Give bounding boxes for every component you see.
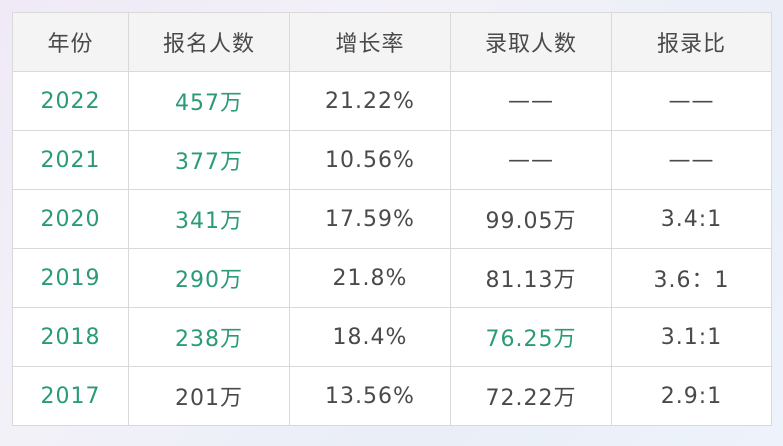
data-table: 年份 报名人数 增长率 录取人数 报录比 2022 457万 21.22% ——…: [12, 12, 772, 426]
cell-admitted: ——: [450, 71, 612, 131]
cell-applicants: 457万: [128, 71, 290, 131]
cell-year: 2021: [12, 130, 129, 190]
cell-year: 2018: [12, 307, 129, 367]
cell-ratio: ——: [611, 71, 772, 131]
table-row: 2019 290万 21.8% 81.13万 3.6：1: [12, 248, 772, 308]
cell-year: 2020: [12, 189, 129, 249]
header-admitted: 录取人数: [450, 12, 612, 72]
cell-admitted: ——: [450, 130, 612, 190]
cell-growth-rate: 10.56%: [289, 130, 451, 190]
cell-ratio: 3.4:1: [611, 189, 772, 249]
cell-admitted: 72.22万: [450, 366, 612, 426]
cell-year: 2019: [12, 248, 129, 308]
header-applicants: 报名人数: [128, 12, 290, 72]
table-row: 2017 201万 13.56% 72.22万 2.9:1: [12, 366, 772, 426]
table-row: 2018 238万 18.4% 76.25万 3.1:1: [12, 307, 772, 367]
cell-applicants: 341万: [128, 189, 290, 249]
header-ratio: 报录比: [611, 12, 772, 72]
cell-admitted: 81.13万: [450, 248, 612, 308]
cell-admitted: 76.25万: [450, 307, 612, 367]
cell-applicants: 377万: [128, 130, 290, 190]
cell-applicants: 238万: [128, 307, 290, 367]
cell-ratio: 2.9:1: [611, 366, 772, 426]
cell-ratio: ——: [611, 130, 772, 190]
cell-year: 2022: [12, 71, 129, 131]
header-year: 年份: [12, 12, 129, 72]
table-row: 2022 457万 21.22% —— ——: [12, 71, 772, 131]
cell-ratio: 3.6：1: [611, 248, 772, 308]
cell-growth-rate: 13.56%: [289, 366, 451, 426]
cell-year: 2017: [12, 366, 129, 426]
data-table-card: 年份 报名人数 增长率 录取人数 报录比 2022 457万 21.22% ——…: [12, 12, 772, 426]
cell-growth-rate: 21.22%: [289, 71, 451, 131]
cell-admitted: 99.05万: [450, 189, 612, 249]
cell-growth-rate: 18.4%: [289, 307, 451, 367]
header-growth-rate: 增长率: [289, 12, 451, 72]
cell-applicants: 201万: [128, 366, 290, 426]
table-row: 2021 377万 10.56% —— ——: [12, 130, 772, 190]
cell-applicants: 290万: [128, 248, 290, 308]
cell-ratio: 3.1:1: [611, 307, 772, 367]
table-header-row: 年份 报名人数 增长率 录取人数 报录比: [12, 12, 772, 72]
cell-growth-rate: 21.8%: [289, 248, 451, 308]
table-row: 2020 341万 17.59% 99.05万 3.4:1: [12, 189, 772, 249]
cell-growth-rate: 17.59%: [289, 189, 451, 249]
